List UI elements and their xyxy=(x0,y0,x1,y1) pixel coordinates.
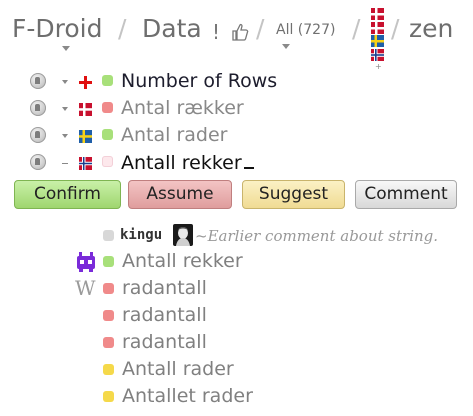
history-icon[interactable] xyxy=(30,73,46,89)
flag-sweden-icon xyxy=(79,128,92,143)
assume-button[interactable]: Assume xyxy=(128,180,232,209)
comment-body: Earlier comment about string. xyxy=(207,227,439,245)
translation-input-value[interactable]: Antall rekker xyxy=(121,152,242,174)
comment-text: ~Earlier comment about string. xyxy=(195,227,438,245)
status-dot xyxy=(103,391,114,402)
wikipedia-icon: W xyxy=(75,276,96,300)
translation-text: Antal rader xyxy=(121,124,228,146)
suggestion-text[interactable]: Antall rader xyxy=(122,358,234,380)
history-icon[interactable] xyxy=(30,127,46,143)
flag-denmark-icon xyxy=(79,101,92,116)
status-dot xyxy=(102,75,113,86)
language-row-source: Number of Rows xyxy=(0,70,473,95)
suggestion-text[interactable]: Antall rekker xyxy=(122,250,243,272)
suggestion-text[interactable]: radantall xyxy=(122,304,207,326)
exclamation-icon[interactable]: ! xyxy=(212,22,220,42)
suggest-button[interactable]: Suggest xyxy=(242,180,345,209)
comment-dash: ~ xyxy=(195,227,208,245)
status-dot xyxy=(102,102,113,113)
language-row-norwegian: Antall rekker xyxy=(0,152,473,176)
suggestion-row[interactable]: radantall xyxy=(0,304,473,330)
translation-text: Antal rækker xyxy=(121,97,244,119)
status-dot xyxy=(103,310,114,321)
chevron-down-icon[interactable] xyxy=(62,46,70,51)
thumbs-up-icon[interactable] xyxy=(229,22,249,42)
comment-row: kingu ~Earlier comment about string. xyxy=(0,224,473,250)
history-icon[interactable] xyxy=(30,154,46,170)
svg-text:+: + xyxy=(375,62,382,70)
suggestion-text[interactable]: radantall xyxy=(122,277,207,299)
chevron-down-icon[interactable] xyxy=(62,107,68,111)
status-dot xyxy=(102,156,113,167)
suggestion-row[interactable]: W radantall xyxy=(0,277,473,303)
chevron-down-icon[interactable] xyxy=(282,44,290,49)
comment-button[interactable]: Comment xyxy=(355,180,457,209)
translation-input[interactable]: Antall rekker xyxy=(121,151,254,174)
breadcrumb-separator: / xyxy=(256,14,265,43)
resource-link[interactable]: Data xyxy=(142,14,202,44)
text-cursor xyxy=(243,151,254,169)
collapse-icon[interactable] xyxy=(62,163,68,164)
suggestion-text[interactable]: radantall xyxy=(122,331,207,353)
status-dot xyxy=(103,256,114,267)
source-text: Number of Rows xyxy=(121,70,278,92)
filter-dropdown[interactable]: All (727) xyxy=(276,22,335,38)
status-dot xyxy=(103,283,114,294)
flag-plus-icon xyxy=(79,74,92,89)
status-dot xyxy=(103,337,114,348)
confirm-button[interactable]: Confirm xyxy=(14,180,121,209)
comment-user[interactable]: kingu xyxy=(120,227,162,243)
status-dot xyxy=(103,230,114,241)
project-link[interactable]: F-Droid xyxy=(12,14,103,44)
avatar[interactable] xyxy=(173,224,193,246)
language-code[interactable]: zen xyxy=(409,14,453,44)
breadcrumb-separator: / xyxy=(391,14,400,43)
robot-icon xyxy=(75,251,97,273)
breadcrumb-separator: / xyxy=(118,14,127,43)
chevron-down-icon[interactable] xyxy=(62,80,68,84)
suggestion-row[interactable]: Antall rader xyxy=(0,358,473,384)
suggestion-row[interactable]: Antallet rader xyxy=(0,385,473,411)
status-dot xyxy=(102,129,113,140)
chevron-down-icon[interactable] xyxy=(62,134,68,138)
breadcrumb-separator: / xyxy=(352,14,361,43)
language-flags-stack[interactable]: + xyxy=(371,8,385,71)
suggestion-row[interactable]: Antall rekker xyxy=(0,250,473,276)
flag-norway-icon xyxy=(79,155,92,170)
history-icon[interactable] xyxy=(30,100,46,116)
language-row-danish: Antal rækker xyxy=(0,97,473,122)
language-row-swedish: Antal rader xyxy=(0,124,473,149)
suggestion-row[interactable]: radantall xyxy=(0,331,473,357)
suggestion-text[interactable]: Antallet rader xyxy=(122,385,253,407)
status-dot xyxy=(103,364,114,375)
